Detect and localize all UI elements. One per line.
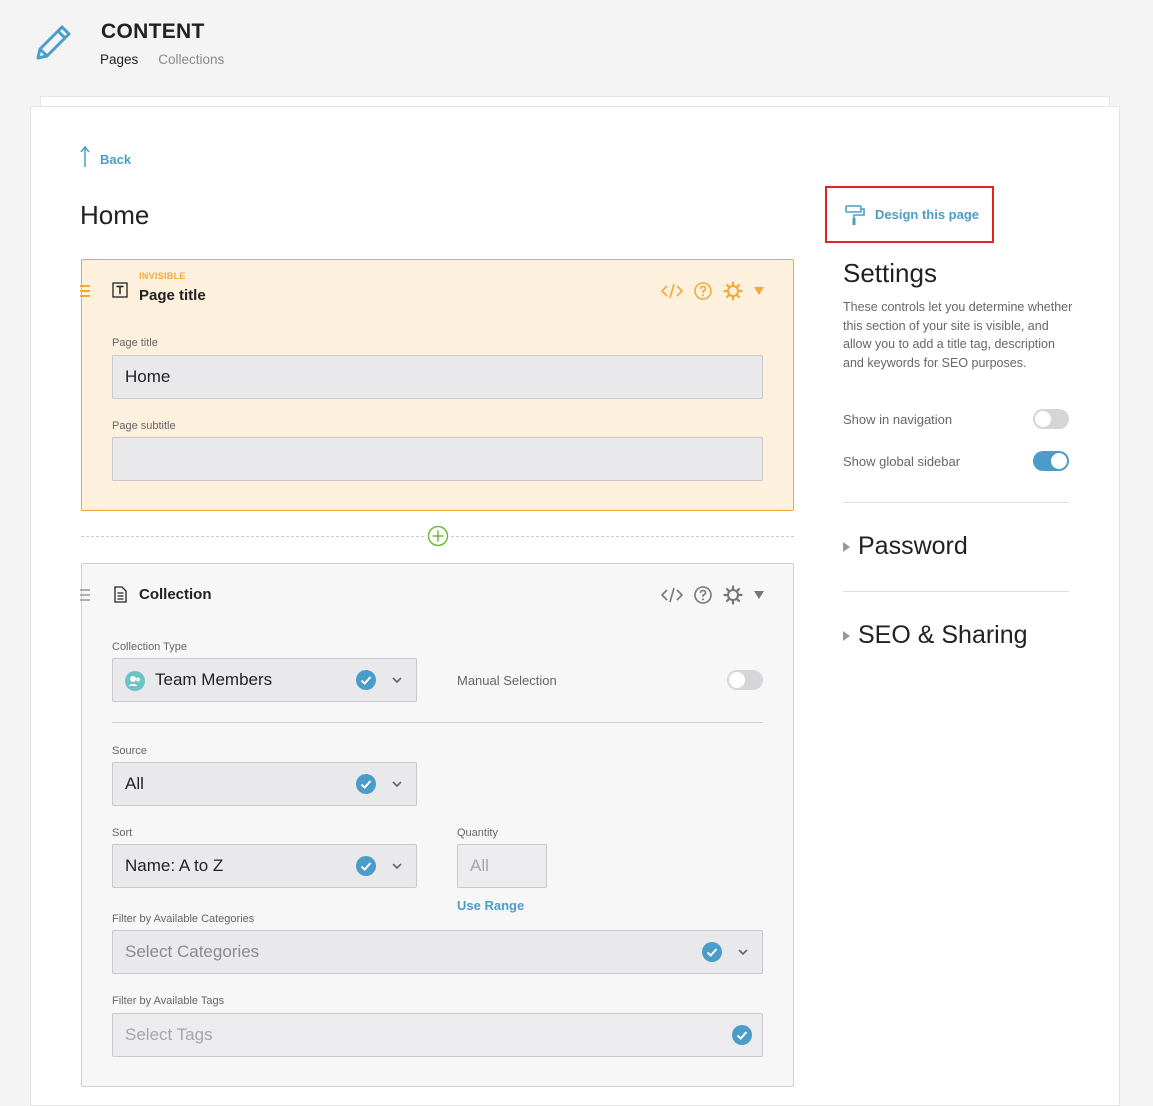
arrow-up-icon (80, 146, 90, 167)
sort-select[interactable]: Name: A to Z (112, 844, 417, 888)
check-circle-icon (356, 856, 376, 876)
collection-type-value: Team Members (155, 670, 273, 689)
chevron-down-icon (392, 781, 402, 788)
source-select[interactable]: All (112, 762, 417, 806)
app-title: CONTENT (101, 20, 205, 43)
show-in-navigation-label: Show in navigation (843, 412, 953, 427)
settings-description: These controls let you determine whether… (843, 300, 1073, 370)
collection-type-select[interactable]: Team Members (112, 658, 417, 702)
collection-section: Collection Collection Type Team Members … (80, 563, 794, 1087)
page-subtitle-input[interactable] (112, 437, 763, 481)
page-heading: Home (80, 200, 150, 230)
filter-categories-select[interactable]: Select Categories (112, 930, 763, 974)
chevron-down-icon[interactable] (753, 590, 765, 600)
filter-tags-input[interactable]: Select Tags (112, 1013, 763, 1057)
tab-collections[interactable]: Collections (158, 52, 224, 67)
manual-selection-label: Manual Selection (457, 673, 557, 688)
filter-categories-placeholder: Select Categories (125, 942, 260, 961)
filter-categories-label: Filter by Available Categories (112, 913, 255, 925)
chevron-down-icon (392, 863, 402, 870)
back-label: Back (100, 151, 132, 167)
page-title-section: INVISIBLE Page title Page title Home Pag… (80, 259, 794, 511)
password-section-toggle[interactable]: Password (843, 532, 968, 561)
section-separator (112, 722, 763, 723)
chevron-down-icon (738, 949, 748, 956)
chevron-down-icon[interactable] (753, 286, 765, 296)
back-link[interactable]: Back (80, 146, 131, 168)
help-icon[interactable] (693, 281, 713, 301)
use-range-link[interactable]: Use Range (457, 898, 524, 913)
collection-type-label: Collection Type (112, 641, 188, 653)
source-value: All (125, 774, 144, 793)
drag-handle-icon[interactable] (80, 589, 90, 604)
section-tools (661, 585, 765, 605)
document-icon (114, 586, 127, 603)
filter-tags-placeholder: Select Tags (125, 1025, 213, 1044)
sort-value: Name: A to Z (125, 856, 224, 875)
plus-circle-icon (427, 525, 449, 547)
show-in-navigation-toggle[interactable] (1033, 409, 1069, 429)
visibility-badge: INVISIBLE (139, 271, 186, 281)
section-title: Page title (139, 287, 206, 304)
password-label: Password (858, 532, 968, 560)
page-title-input[interactable]: Home (112, 355, 763, 399)
add-section-button[interactable] (425, 525, 449, 549)
filter-tags-label: Filter by Available Tags (112, 995, 225, 1007)
code-icon[interactable] (661, 586, 683, 604)
check-circle-icon (356, 774, 376, 794)
sidebar-divider (843, 502, 1069, 503)
check-circle-icon (702, 942, 722, 962)
sidebar-divider (843, 591, 1069, 592)
page-subtitle-label: Page subtitle (112, 420, 176, 432)
manual-selection-toggle[interactable] (727, 670, 763, 690)
design-this-page-link[interactable]: Design this page (825, 186, 994, 243)
text-block-icon (112, 282, 128, 298)
code-icon[interactable] (661, 282, 683, 300)
show-global-sidebar-toggle[interactable] (1033, 451, 1069, 471)
settings-title: Settings (843, 258, 937, 288)
sort-label: Sort (112, 827, 133, 839)
check-circle-icon (732, 1025, 752, 1045)
help-icon[interactable] (693, 585, 713, 605)
quantity-input[interactable]: All (457, 844, 547, 888)
gear-icon[interactable] (723, 585, 743, 605)
seo-sharing-section-toggle[interactable]: SEO & Sharing (843, 621, 1028, 650)
section-tools (661, 281, 765, 301)
page-title-label: Page title (112, 337, 158, 349)
check-circle-icon (356, 670, 376, 690)
app-header: CONTENT Pages Collections (0, 0, 1153, 96)
chevron-down-icon (392, 677, 402, 684)
caret-right-icon (843, 541, 850, 552)
design-link-label: Design this page (875, 207, 980, 222)
section-title: Collection (139, 586, 212, 603)
source-label: Source (112, 745, 147, 757)
paint-roller-icon (845, 204, 865, 225)
show-global-sidebar-label: Show global sidebar (843, 454, 961, 469)
team-members-icon (125, 671, 145, 691)
drag-handle-icon[interactable] (80, 285, 90, 300)
pencil-icon (36, 25, 71, 60)
caret-right-icon (843, 630, 850, 641)
quantity-label: Quantity (457, 827, 498, 839)
gear-icon[interactable] (723, 281, 743, 301)
seo-sharing-label: SEO & Sharing (858, 621, 1028, 649)
tab-pages[interactable]: Pages (100, 52, 138, 67)
app-tabs: Pages Collections (100, 52, 224, 67)
